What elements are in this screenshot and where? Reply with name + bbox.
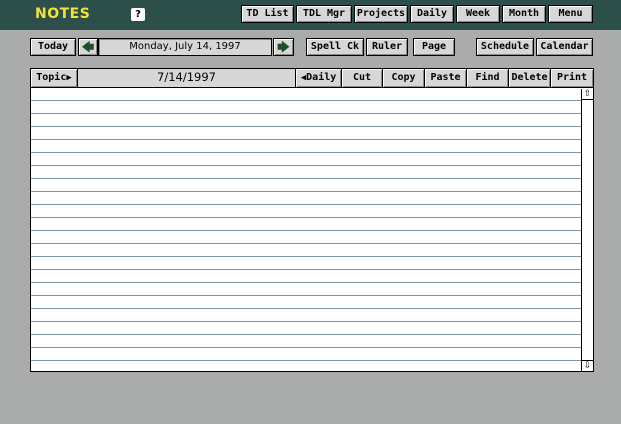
- tdl-mgr-button[interactable]: TDL Mgr: [296, 5, 352, 23]
- note-text-area[interactable]: [31, 89, 581, 371]
- note-date: 7/14/1997: [78, 69, 296, 87]
- triangle-right-icon: ▶: [66, 73, 72, 83]
- arrow-right-icon[interactable]: 🡆: [273, 38, 294, 56]
- app-title: NOTES: [35, 6, 91, 22]
- daily-button[interactable]: ◀Daily: [296, 69, 342, 87]
- page-button[interactable]: Page: [413, 38, 455, 56]
- spell-check-button[interactable]: Spell Ck: [306, 38, 364, 56]
- current-date-display: Monday, July 14, 1997: [98, 38, 272, 56]
- topic-label: Topic: [36, 72, 67, 83]
- scroll-up-icon[interactable]: ⇧: [582, 89, 593, 100]
- note-panel: Topic▶ 7/14/1997 ◀Daily Cut Copy Paste F…: [30, 68, 594, 372]
- copy-button[interactable]: Copy: [383, 69, 425, 87]
- arrow-left-icon[interactable]: 🡄: [78, 38, 98, 56]
- find-button[interactable]: Find: [467, 69, 509, 87]
- daily-label: Daily: [306, 72, 337, 83]
- today-button[interactable]: Today: [30, 38, 76, 56]
- note-toolbar: Topic▶ 7/14/1997 ◀Daily Cut Copy Paste F…: [31, 69, 593, 88]
- week-button[interactable]: Week: [456, 5, 500, 23]
- help-icon[interactable]: ?: [131, 8, 145, 21]
- calendar-button[interactable]: Calendar: [536, 38, 593, 56]
- delete-button[interactable]: Delete: [509, 69, 551, 87]
- month-button[interactable]: Month: [502, 5, 546, 23]
- schedule-button[interactable]: Schedule: [476, 38, 534, 56]
- scroll-down-icon[interactable]: ⇩: [582, 360, 593, 371]
- paste-button[interactable]: Paste: [425, 69, 467, 87]
- print-button[interactable]: Print: [551, 69, 593, 87]
- menu-button[interactable]: Menu: [548, 5, 593, 23]
- ruler-button[interactable]: Ruler: [366, 38, 408, 56]
- daily-nav-button[interactable]: Daily: [410, 5, 454, 23]
- td-list-button[interactable]: TD List: [241, 5, 294, 23]
- title-bar: NOTES ? TD List TDL Mgr Projects Daily W…: [0, 0, 621, 30]
- cut-button[interactable]: Cut: [342, 69, 383, 87]
- vertical-scrollbar[interactable]: ⇧ ⇩: [581, 89, 593, 371]
- projects-button[interactable]: Projects: [354, 5, 408, 23]
- topic-button[interactable]: Topic▶: [31, 69, 78, 87]
